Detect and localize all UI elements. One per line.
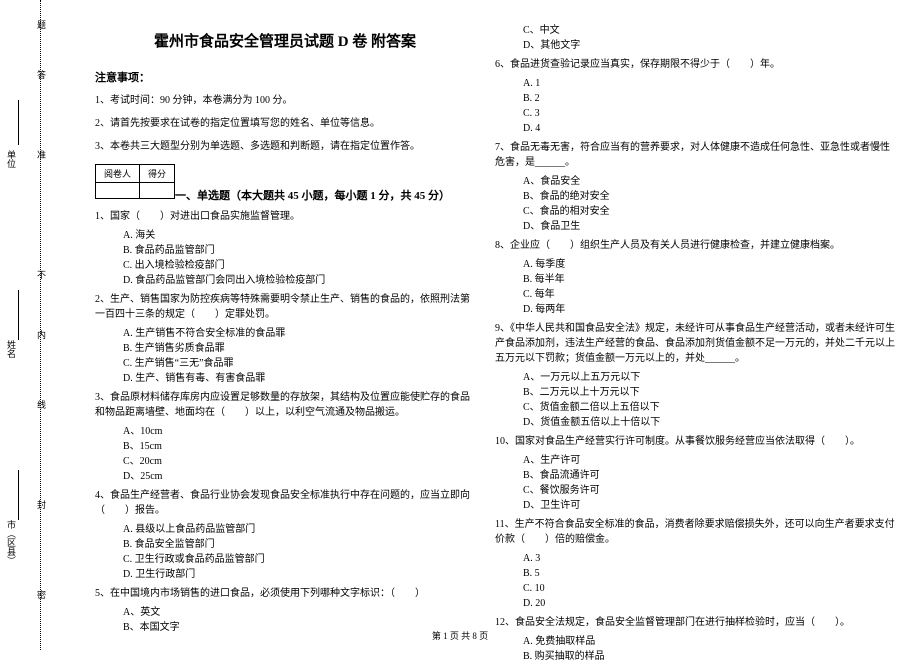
q4-c: C. 卫生行政或食品药品监管部门 (123, 552, 475, 567)
q9-b: B、二万元以上十万元以下 (523, 385, 895, 400)
q6-a: A. 1 (523, 76, 895, 91)
line-char: 线 (35, 400, 48, 409)
q11-text: 11、生产不符合食品安全标准的食品，消费者除要求赔偿损失外，还可以向生产者要求支… (495, 517, 895, 547)
q4-d: D. 卫生行政部门 (123, 567, 475, 582)
q8-a: A. 每季度 (523, 257, 895, 272)
q8-b: B. 每半年 (523, 272, 895, 287)
left-column: 霍州市食品安全管理员试题 D 卷 附答案 注意事项： 1、考试时间：90 分钟，… (85, 0, 485, 669)
right-column: C、中文 D、其他文字 6、食品进货查验记录应当真实，保存期限不得少于（ ）年。… (485, 0, 905, 669)
name-underline (18, 290, 19, 340)
score-header-reviewer: 阅卷人 (96, 165, 140, 183)
q10-a: A、生产许可 (523, 453, 895, 468)
q10-c: C、餐饮服务许可 (523, 483, 895, 498)
score-table: 阅卷人 得分 (95, 164, 175, 199)
q6-c: C. 3 (523, 106, 895, 121)
q5-a: A、英文 (123, 605, 475, 620)
q2-b: B. 生产销售劣质食品罪 (123, 341, 475, 356)
zhun-char: 准 (35, 150, 48, 159)
score-cell-score (140, 183, 175, 199)
q6-text: 6、食品进货查验记录应当真实，保存期限不得少于（ ）年。 (495, 57, 895, 72)
q12-b: B. 购买抽取的样品 (523, 649, 895, 664)
q2-a: A. 生产销售不符合安全标准的食品罪 (123, 326, 475, 341)
q2-c: C. 生产销售“三无”食品罪 (123, 356, 475, 371)
notice-item-1: 1、考试时间：90 分钟，本卷满分为 100 分。 (95, 93, 475, 108)
unit-field-label: 单位 (5, 150, 18, 168)
city-field-label: 市（区县） (5, 520, 18, 565)
q3-a: A、10cm (123, 424, 475, 439)
q6-b: B. 2 (523, 91, 895, 106)
q7-a: A、食品安全 (523, 174, 895, 189)
q3-c: C、20cm (123, 454, 475, 469)
page-footer: 第 1 页 共 8 页 (0, 629, 920, 642)
q8-c: C. 每年 (523, 287, 895, 302)
binding-margin: 密 封 线 内 不 准 答 题 市（区县） 姓名 单位 (0, 0, 80, 650)
q1-text: 1、国家（ ）对进出口食品实施监督管理。 (95, 209, 475, 224)
q3-text: 3、食品原材料储存库房内应设置足够数量的存放架，其结构及位置应能使贮存的食品和物… (95, 390, 475, 420)
q1-d: D. 食品药品监管部门会同出入境检验检疫部门 (123, 273, 475, 288)
q5-d: D、其他文字 (523, 38, 895, 53)
q3-d: D、25cm (123, 469, 475, 484)
inner-char: 内 (35, 330, 48, 339)
q10-b: B、食品流通许可 (523, 468, 895, 483)
q8-d: D. 每两年 (523, 302, 895, 317)
q2-d: D. 生产、销售有毒、有害食品罪 (123, 371, 475, 386)
q12-text: 12、食品安全法规定，食品安全监督管理部门在进行抽样检验时，应当（ ）。 (495, 615, 895, 630)
notice-item-3: 3、本卷共三大题型分别为单选题、多选题和判断题，请在指定位置作答。 (95, 139, 475, 154)
city-underline (18, 470, 19, 520)
exam-title: 霍州市食品安全管理员试题 D 卷 附答案 (95, 30, 475, 51)
page-content: 霍州市食品安全管理员试题 D 卷 附答案 注意事项： 1、考试时间：90 分钟，… (85, 0, 915, 669)
q10-d: D、卫生许可 (523, 498, 895, 513)
no-char: 不 (35, 270, 48, 279)
q1-b: B. 食品药品监管部门 (123, 243, 475, 258)
q5-c: C、中文 (523, 23, 895, 38)
q9-text: 9、《中华人民共和国食品安全法》规定，未经许可从事食品生产经营活动，或者未经许可… (495, 321, 895, 366)
q4-text: 4、食品生产经营者、食品行业协会发现食品安全标准执行中存在问题的，应当立即向（ … (95, 488, 475, 518)
q7-d: D、食品卫生 (523, 219, 895, 234)
q7-b: B、食品的绝对安全 (523, 189, 895, 204)
score-cell-reviewer (96, 183, 140, 199)
q2-text: 2、生产、销售国家为防控疾病等特殊需要明令禁止生产、销售的食品的，依照刑法第一百… (95, 292, 475, 322)
ge-char: 答 (35, 70, 48, 79)
q1-c: C. 出入境检验检疫部门 (123, 258, 475, 273)
q11-a: A. 3 (523, 551, 895, 566)
q7-text: 7、食品无毒无害，符合应当有的营养要求，对人体健康不造成任何急性、亚急性或者慢性… (495, 140, 895, 170)
notice-heading: 注意事项： (95, 69, 475, 85)
q11-c: C. 10 (523, 581, 895, 596)
q8-text: 8、企业应（ ）组织生产人员及有关人员进行健康检查，并建立健康档案。 (495, 238, 895, 253)
name-field-label: 姓名 (5, 340, 18, 358)
q9-d: D、货值金额五倍以上十倍以下 (523, 415, 895, 430)
notice-item-2: 2、请首先按要求在试卷的指定位置填写您的姓名、单位等信息。 (95, 116, 475, 131)
q11-b: B. 5 (523, 566, 895, 581)
q7-c: C、食品的相对安全 (523, 204, 895, 219)
unit-underline (18, 100, 19, 145)
q4-b: B. 食品安全监管部门 (123, 537, 475, 552)
q9-a: A、一万元以上五万元以下 (523, 370, 895, 385)
score-header-score: 得分 (140, 165, 175, 183)
cut-char: 封 (35, 500, 48, 509)
q9-c: C、货值金额二倍以上五倍以下 (523, 400, 895, 415)
kao-char: 题 (35, 20, 48, 29)
q1-a: A. 海关 (123, 228, 475, 243)
q4-a: A. 县级以上食品药品监管部门 (123, 522, 475, 537)
dotted-fold-line (40, 0, 41, 650)
q11-d: D. 20 (523, 596, 895, 611)
q6-d: D. 4 (523, 121, 895, 136)
seal-char: 密 (35, 590, 48, 599)
section-1-title: 一、单选题（本大题共 45 小题，每小题 1 分，共 45 分） (175, 187, 475, 203)
q3-b: B、15cm (123, 439, 475, 454)
q10-text: 10、国家对食品生产经营实行许可制度。从事餐饮服务经营应当依法取得（ ）。 (495, 434, 895, 449)
q5-text: 5、在中国境内市场销售的进口食品，必须使用下列哪种文字标识：（ ） (95, 586, 475, 601)
